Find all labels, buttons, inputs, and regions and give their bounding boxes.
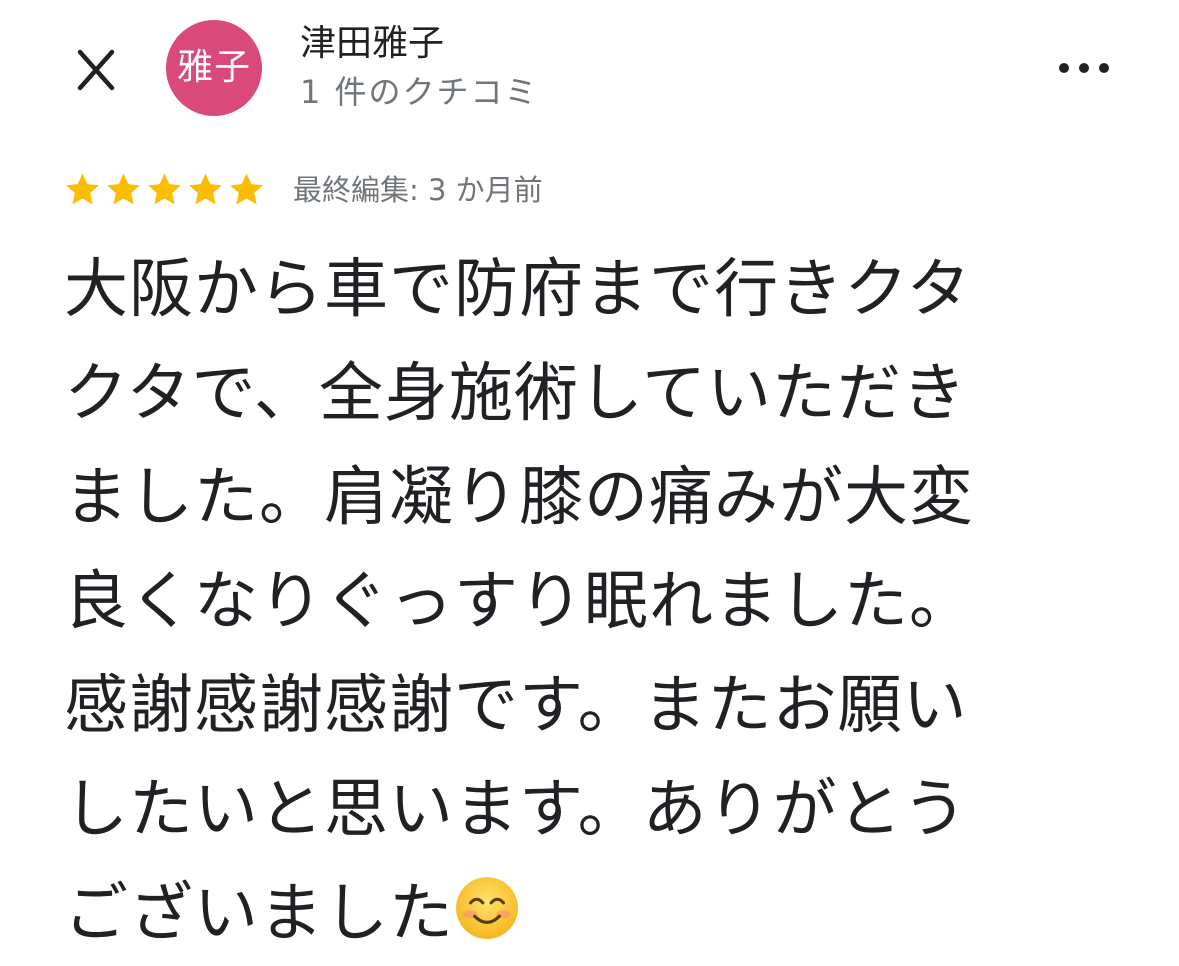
more-options-button[interactable] <box>1054 50 1114 86</box>
rating-row: 最終編集: 3 か月前 <box>62 165 543 215</box>
smiling-face-emoji-icon <box>456 877 518 939</box>
star-icon <box>230 173 263 205</box>
star-icon <box>148 173 181 205</box>
close-icon <box>77 49 115 91</box>
star-rating <box>62 170 267 210</box>
review-header: 雅子 津田雅子 1 件のクチコミ <box>0 0 1179 140</box>
star-icon <box>189 173 222 205</box>
author-name[interactable]: 津田雅子 <box>300 22 444 66</box>
avatar[interactable]: 雅子 <box>166 20 262 116</box>
review-line: したいと思います。ありがとう <box>64 773 968 847</box>
more-options-icon <box>1059 63 1109 73</box>
review-body: 大阪から車で防府まで行きクタ クタで、全身施術していただき ました。肩凝り膝の痛みが… <box>64 238 1094 966</box>
review-line: ました。肩凝り膝の痛みが大変 <box>64 461 974 535</box>
review-line: 感謝感謝感謝です。またお願い <box>64 669 968 743</box>
review-line: 良くなりぐっすり眠れました。 <box>64 565 974 639</box>
review-line: 大阪から車で防府まで行きクタ <box>64 253 972 327</box>
review-line: ございました <box>64 862 1094 966</box>
close-button[interactable] <box>66 40 126 100</box>
star-icon <box>107 173 140 205</box>
star-icon <box>66 173 99 205</box>
edited-timestamp: 最終編集: 3 か月前 <box>293 173 543 207</box>
review-line: クタで、全身施術していただき <box>64 357 967 431</box>
review-count: 1 件のクチコミ <box>300 73 539 111</box>
